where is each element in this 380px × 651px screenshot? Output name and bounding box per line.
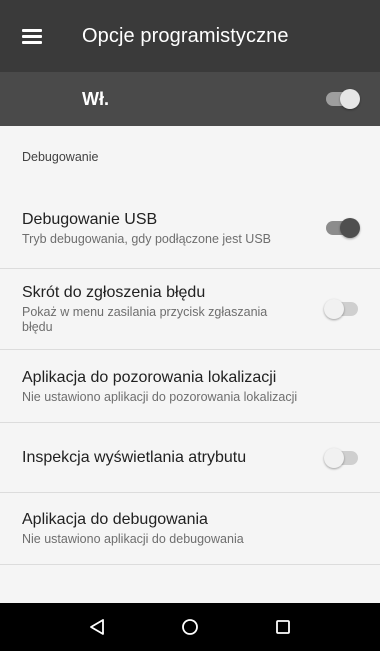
page-title: Opcje programistyczne [82, 24, 289, 47]
switch-thumb [340, 218, 360, 238]
navigation-bar [0, 603, 380, 651]
back-triangle-icon [89, 619, 104, 635]
home-button[interactable] [170, 607, 210, 647]
menu-button[interactable] [4, 0, 60, 72]
app-bar: Opcje programistyczne [0, 0, 380, 72]
setting-subtitle: Tryb debugowania, gdy podłączone jest US… [22, 231, 271, 246]
setting-title: Debugowanie USB [22, 210, 158, 228]
setting-text: Aplikacja do debugowania Nie ustawiono a… [22, 510, 380, 547]
setting-bug-report-shortcut[interactable]: Skrót do zgłoszenia błędu Pokaż w menu z… [0, 269, 380, 350]
setting-title: Aplikacja do debugowania [22, 511, 208, 528]
setting-mock-location-app[interactable]: Aplikacja do pozorowania lokalizacji Nie… [0, 350, 380, 423]
home-circle-icon [182, 619, 198, 635]
section-header-debugging: Debugowanie [22, 150, 99, 164]
setting-subtitle: Pokaż w menu zasilania przycisk zgłaszan… [22, 305, 268, 334]
bug-report-toggle[interactable] [324, 299, 360, 319]
setting-subtitle: Nie ustawiono aplikacji do debugowania [22, 532, 244, 546]
setting-title: Aplikacja do pozorowania lokalizacji [22, 368, 277, 386]
setting-usb-debugging[interactable]: Debugowanie USB Tryb debugowania, gdy po… [0, 188, 380, 269]
developer-options-screen: Opcje programistyczne Wł. Debugowanie De… [0, 0, 380, 651]
master-toggle-switch[interactable] [324, 89, 360, 109]
master-switch-label: Wł. [82, 88, 109, 109]
settings-list: Debugowanie Debugowanie USB Tryb debugow… [0, 126, 380, 565]
master-switch-bar[interactable]: Wł. [0, 72, 380, 126]
setting-title: Skrót do zgłoszenia błędu [22, 284, 206, 301]
setting-debug-app[interactable]: Aplikacja do debugowania Nie ustawiono a… [0, 493, 380, 565]
recents-square-icon [276, 620, 291, 634]
setting-text: Inspekcja wyświetlania atrybutu [22, 448, 324, 468]
usb-debugging-toggle[interactable] [324, 218, 360, 238]
setting-text: Aplikacja do pozorowania lokalizacji Nie… [22, 368, 380, 405]
switch-thumb [324, 299, 344, 319]
switch-thumb [324, 447, 344, 468]
setting-title: Inspekcja wyświetlania atrybutu [22, 448, 247, 466]
setting-text: Debugowanie USB Tryb debugowania, gdy po… [22, 210, 324, 247]
hamburger-menu-icon [22, 29, 42, 44]
back-button[interactable] [77, 607, 117, 647]
setting-text: Skrót do zgłoszenia błędu Pokaż w menu z… [22, 283, 324, 335]
attribute-inspection-toggle[interactable] [324, 447, 360, 468]
switch-thumb [340, 89, 360, 109]
setting-view-attribute-inspection[interactable]: Inspekcja wyświetlania atrybutu [0, 423, 380, 493]
setting-subtitle: Nie ustawiono aplikacji do pozorowania l… [22, 389, 298, 404]
recents-button[interactable] [263, 607, 303, 647]
